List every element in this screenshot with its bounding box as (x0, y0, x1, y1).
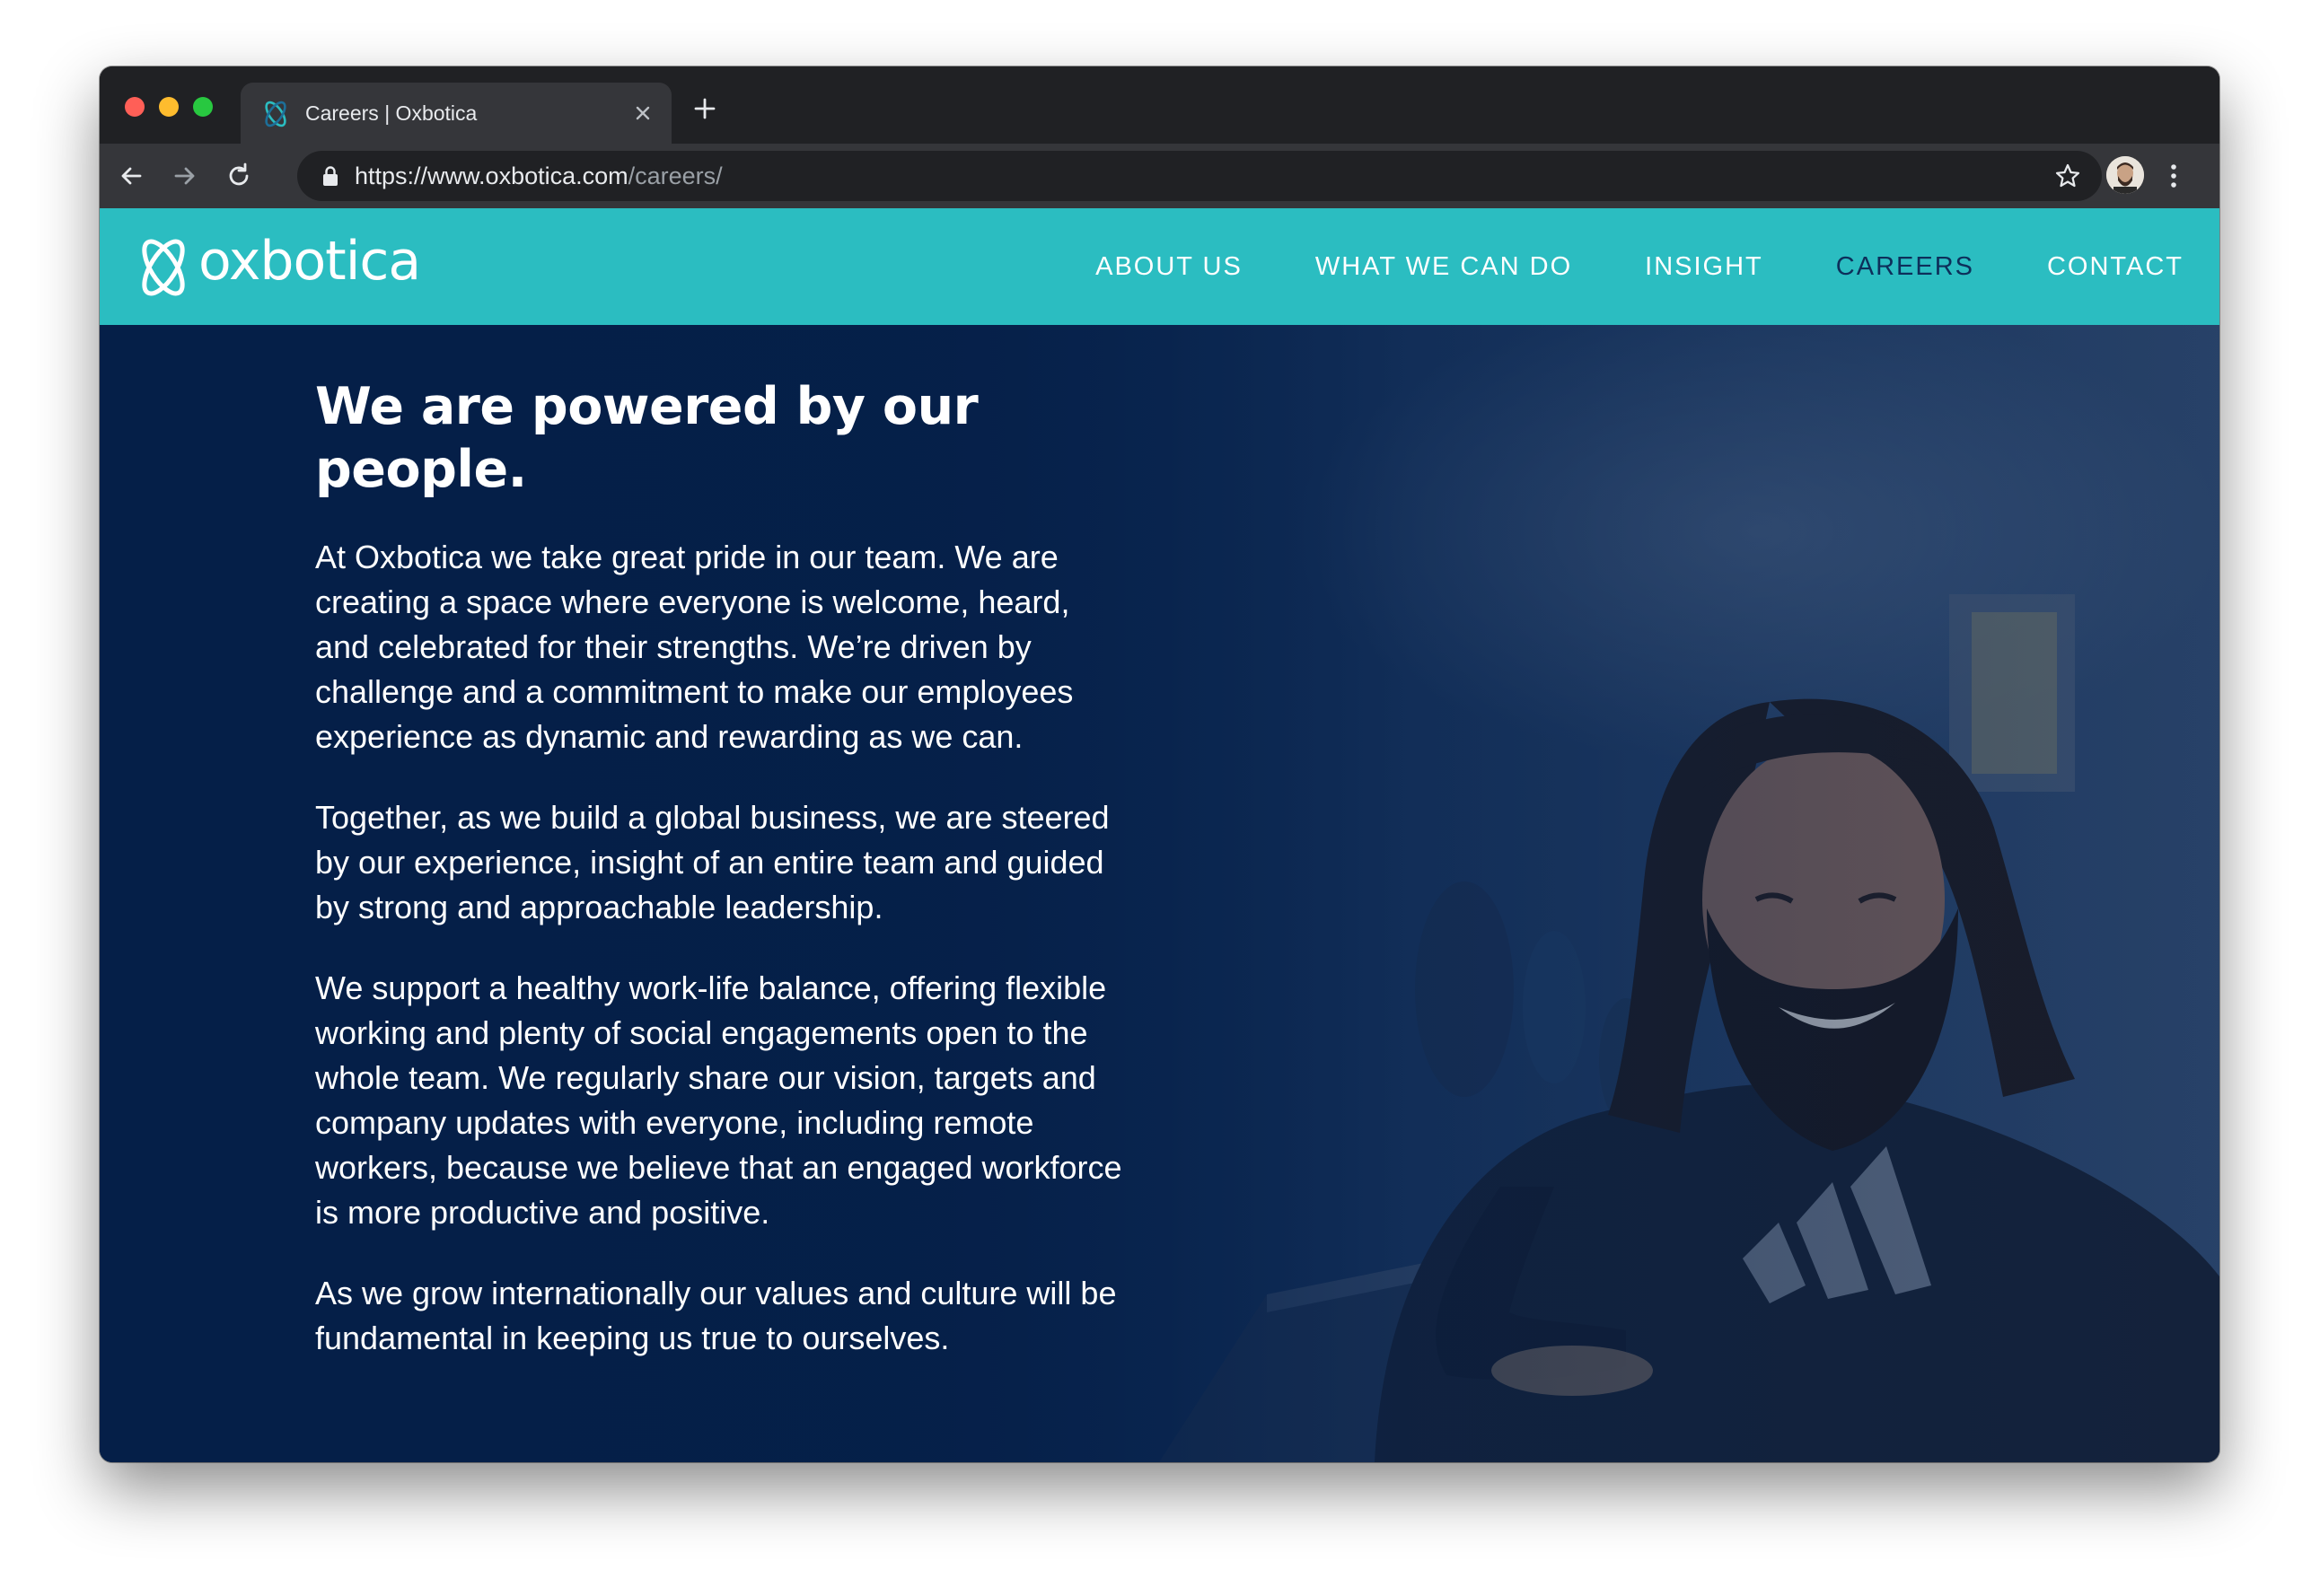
url-host: https://www.oxbotica.com (355, 162, 628, 189)
url-path: /careers/ (628, 162, 723, 189)
nav-item-contact[interactable]: CONTACT (2047, 252, 2184, 282)
intro-paragraph-2: Together, as we build a global business,… (315, 799, 1110, 925)
tab-title: Careers | Oxbotica (305, 101, 478, 125)
address-bar[interactable]: https://www.oxbotica.com/careers/ (297, 151, 2102, 201)
tab-strip: Careers | Oxbotica (100, 66, 2219, 144)
intro-paragraph-4: As we grow internationally our values an… (315, 1275, 1117, 1356)
minimize-window-button[interactable] (159, 97, 179, 117)
oxbotica-logo-mark-icon (142, 239, 185, 296)
maximize-window-button[interactable] (193, 97, 213, 117)
bookmark-star-icon[interactable] (2053, 162, 2082, 190)
oxbotica-logo[interactable]: oxbotica (134, 230, 421, 302)
main-nav: ABOUT US WHAT WE CAN DO INSIGHT CAREERS … (1095, 208, 2219, 325)
site-header: oxbotica ABOUT US WHAT WE CAN DO INSIGHT… (100, 208, 2219, 325)
intro-paragraph-3: We support a healthy work-life balance, … (315, 969, 1122, 1231)
url-text: https://www.oxbotica.com/careers/ (355, 162, 723, 190)
close-window-button[interactable] (125, 97, 145, 117)
forward-arrow-icon[interactable] (170, 161, 200, 191)
back-arrow-icon[interactable] (116, 161, 146, 191)
nav-item-what-we-can-do[interactable]: WHAT WE CAN DO (1315, 252, 1572, 282)
web-page: oxbotica ABOUT US WHAT WE CAN DO INSIGHT… (100, 208, 2219, 1462)
browser-toolbar: https://www.oxbotica.com/careers/ (100, 144, 2219, 208)
nav-item-about-us[interactable]: ABOUT US (1095, 252, 1243, 282)
new-tab-icon[interactable] (690, 93, 720, 124)
logo-wordmark: oxbotica (198, 230, 421, 293)
careers-hero: We are powered by our people. At Oxbotic… (100, 325, 2219, 1462)
reload-icon[interactable] (224, 161, 254, 191)
browser-window: Careers | Oxbotica https://www.oxbotica.… (100, 66, 2219, 1462)
intro-paragraph-1: At Oxbotica we take great pride in our t… (315, 539, 1074, 755)
careers-intro: We are powered by our people. At Oxbotic… (315, 375, 1123, 1397)
browser-menu-icon[interactable] (2165, 160, 2183, 192)
nav-item-careers[interactable]: CAREERS (1836, 252, 1974, 282)
close-tab-icon[interactable] (630, 101, 655, 126)
profile-photo-icon (2106, 156, 2144, 194)
oxbotica-favicon-icon (265, 101, 286, 127)
browser-tab-active[interactable]: Careers | Oxbotica (241, 83, 672, 144)
lock-icon (323, 166, 338, 186)
page-title: We are powered by our people. (315, 377, 979, 499)
profile-avatar[interactable] (2106, 156, 2144, 194)
nav-item-insight[interactable]: INSIGHT (1645, 252, 1763, 282)
